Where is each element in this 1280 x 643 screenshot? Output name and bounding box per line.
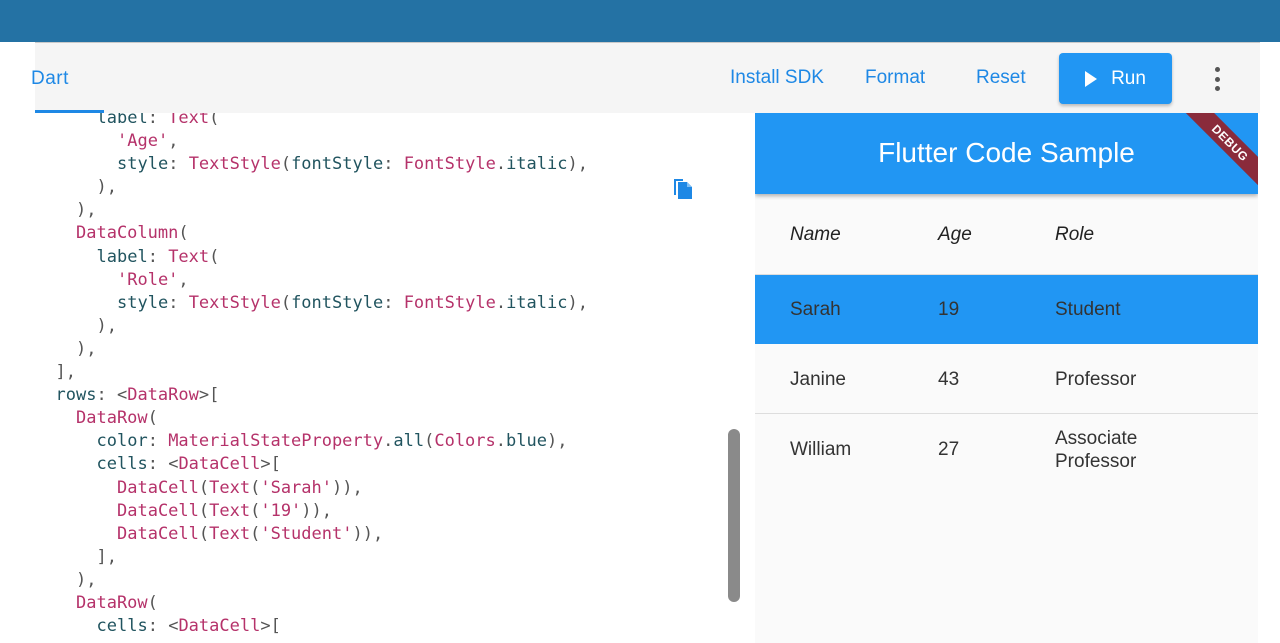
install-sdk-button[interactable]: Install SDK: [730, 67, 824, 89]
app-title: Flutter Code Sample: [878, 137, 1135, 168]
reset-button[interactable]: Reset: [976, 67, 1026, 89]
cell-role: Professor: [1055, 369, 1137, 390]
cell-name: William: [790, 439, 852, 460]
editor-scrollbar[interactable]: [728, 429, 740, 602]
cell-name: Sarah: [790, 299, 841, 320]
window-top-bar: [0, 0, 1280, 42]
column-header-role: Role: [1055, 224, 1095, 245]
run-button[interactable]: Run: [1059, 53, 1172, 104]
table-row[interactable]: Sarah 19 Student: [755, 275, 1258, 344]
more-options-icon[interactable]: [1207, 67, 1227, 91]
cell-role: Associate Professor: [1055, 428, 1138, 472]
run-label: Run: [1111, 67, 1146, 89]
column-header-name: Name: [790, 224, 841, 245]
table-header: Name Age Role: [755, 195, 1258, 274]
table-row[interactable]: William 27 Associate Professor: [755, 415, 1258, 483]
copy-icon[interactable]: [671, 175, 695, 201]
cell-age: 19: [938, 299, 960, 320]
app-preview: Flutter Code Sample DEBUG Name Age Role …: [755, 113, 1258, 643]
format-button[interactable]: Format: [865, 67, 925, 89]
code-content: label: Text( 'Age', style: TextStyle(fon…: [55, 113, 588, 637]
play-icon: [1085, 70, 1098, 87]
column-header-age: Age: [938, 224, 972, 245]
left-gutter: [0, 42, 35, 643]
tab-dart[interactable]: Dart: [31, 43, 104, 113]
app-bar: Flutter Code Sample DEBUG: [755, 113, 1258, 194]
tab-dart-label: Dart: [31, 68, 69, 89]
cell-age: 43: [938, 369, 960, 390]
editor-toolbar: Dart Install SDK Format Reset Run: [31, 42, 1260, 113]
right-gutter: [1260, 42, 1280, 643]
code-editor[interactable]: label: Text( 'Age', style: TextStyle(fon…: [35, 113, 745, 643]
cell-name: Janine: [790, 369, 846, 390]
table-row[interactable]: Janine 43 Professor: [755, 345, 1258, 414]
cell-age: 27: [938, 439, 960, 460]
cell-role: Student: [1055, 299, 1121, 320]
